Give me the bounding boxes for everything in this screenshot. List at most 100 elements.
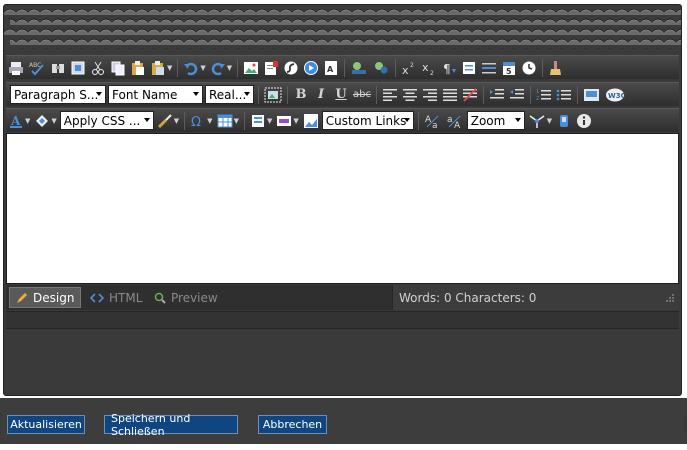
- font-name-select[interactable]: Font Name: [108, 85, 203, 104]
- font-name-value: Font Name: [112, 87, 178, 102]
- select-all-icon[interactable]: [69, 58, 87, 78]
- justify-icon[interactable]: [441, 85, 459, 105]
- custom-links-select[interactable]: Custom Links: [321, 111, 414, 130]
- indent-icon[interactable]: [488, 85, 506, 105]
- paragraph-marks-icon[interactable]: ¶: [440, 58, 458, 78]
- align-center-icon[interactable]: [401, 85, 419, 105]
- toggle-screen-icon[interactable]: [555, 111, 573, 131]
- calendar-icon[interactable]: 5: [500, 58, 518, 78]
- svg-text:x: x: [402, 64, 409, 76]
- pencil-icon: [17, 292, 27, 303]
- toolbar-separator: [417, 111, 419, 130]
- tab-preview[interactable]: Preview: [148, 287, 224, 308]
- chevron-down-icon: ▼: [200, 63, 206, 72]
- bold-button[interactable]: B: [292, 85, 310, 105]
- fore-color-icon[interactable]: A ▼: [7, 111, 31, 131]
- find-icon[interactable]: [49, 58, 67, 78]
- tab-design[interactable]: Design: [9, 287, 82, 308]
- convert-to-lower-icon[interactable]: Aa: [423, 111, 443, 131]
- image-map-icon[interactable]: [263, 85, 283, 105]
- document-manager-icon[interactable]: [262, 58, 280, 78]
- toolbar-separator: [482, 85, 484, 104]
- align-right-icon[interactable]: [421, 85, 439, 105]
- undo-icon[interactable]: ▼: [182, 58, 206, 78]
- toolbar-separator: [576, 85, 578, 104]
- remove-alignment-icon[interactable]: [461, 85, 479, 105]
- toolbar-separator: [529, 85, 531, 104]
- chevron-down-icon: ▼: [233, 116, 239, 125]
- media-manager-icon[interactable]: [302, 58, 320, 78]
- word-count-text: Words: 0 Characters: 0: [399, 290, 537, 305]
- remove-link-icon[interactable]: [371, 58, 391, 78]
- mode-bar: Design HTML Preview Words: 0 Characters:…: [6, 285, 679, 310]
- chevron-down-icon: ▼: [167, 63, 173, 72]
- zoom-select[interactable]: Zoom: [466, 111, 525, 130]
- footer-edge-marker: [684, 413, 686, 435]
- module-bar: [6, 311, 679, 329]
- apply-css-select[interactable]: Apply CSS ...: [59, 111, 154, 130]
- svg-text:a: a: [432, 121, 438, 129]
- print-icon[interactable]: [7, 58, 25, 78]
- convert-to-upper-icon[interactable]: aA: [445, 111, 465, 131]
- hyperlink-manager-icon[interactable]: [349, 58, 369, 78]
- xhtml-validator-icon[interactable]: [582, 85, 602, 105]
- insert-symbol-icon[interactable]: Ω ▼: [189, 111, 213, 131]
- horizontal-rule-icon[interactable]: [480, 58, 498, 78]
- w3c-accessibility-icon[interactable]: W3C: [604, 85, 626, 105]
- underline-button[interactable]: U: [332, 85, 350, 105]
- chevron-down-icon: [514, 118, 521, 122]
- form-element-icon[interactable]: [460, 58, 478, 78]
- subscript-icon[interactable]: x2: [420, 58, 438, 78]
- module-manager-icon[interactable]: ▼: [527, 111, 553, 131]
- svg-text:a: a: [447, 115, 453, 125]
- svg-text:W3C: W3C: [608, 92, 625, 100]
- paste-icon[interactable]: [129, 58, 147, 78]
- format-code-block-icon[interactable]: ▼: [156, 111, 180, 131]
- flash-manager-icon[interactable]: [282, 58, 300, 78]
- outdent-icon[interactable]: [508, 85, 526, 105]
- strikethrough-button[interactable]: abc: [352, 85, 372, 105]
- spellcheck-icon[interactable]: ABC: [27, 58, 47, 78]
- align-left-icon[interactable]: [381, 85, 399, 105]
- toolbar-separator: [243, 111, 245, 130]
- insert-form-element-icon[interactable]: ▼: [275, 111, 299, 131]
- format-stripper-icon[interactable]: [547, 58, 565, 78]
- bulleted-list-icon[interactable]: [555, 85, 573, 105]
- paste-options-icon[interactable]: ▼: [149, 58, 173, 78]
- update-button[interactable]: Aktualisieren: [7, 415, 85, 434]
- toolbar-separator: [177, 58, 179, 77]
- svg-text:1: 1: [536, 89, 539, 95]
- font-size-select[interactable]: Real...: [205, 85, 254, 104]
- chevron-down-icon: ▼: [226, 63, 233, 72]
- clock-icon[interactable]: [520, 58, 538, 78]
- toolbar-separator: [184, 111, 186, 130]
- toolbar-separator: [258, 85, 259, 104]
- numbered-list-icon[interactable]: 12: [535, 85, 553, 105]
- custom-links-value: Custom Links: [325, 113, 407, 128]
- chevron-down-icon: ▼: [25, 116, 31, 125]
- insert-snippet-icon[interactable]: ▼: [249, 111, 273, 131]
- image-manager-icon[interactable]: [242, 58, 260, 78]
- redo-icon[interactable]: ▼: [209, 58, 233, 78]
- tab-preview-label: Preview: [171, 290, 218, 305]
- resize-grip-icon[interactable]: [665, 293, 675, 303]
- cancel-button[interactable]: Abbrechen: [258, 415, 327, 434]
- chevron-down-icon: [244, 92, 250, 96]
- italic-button[interactable]: I: [312, 85, 330, 105]
- save-and-close-button[interactable]: Speichern und Schließen: [104, 412, 238, 438]
- paragraph-style-select[interactable]: Paragraph S...: [10, 85, 106, 104]
- superscript-icon[interactable]: x2: [400, 58, 418, 78]
- about-info-icon[interactable]: [575, 111, 593, 131]
- cut-icon[interactable]: [89, 58, 107, 78]
- template-manager-icon[interactable]: A: [322, 58, 340, 78]
- chevron-down-icon: [143, 118, 150, 122]
- insert-table-icon[interactable]: ▼: [216, 111, 240, 131]
- toolbar-row-2: Paragraph S... Font Name Real... B I U a…: [6, 82, 679, 106]
- copy-icon[interactable]: [109, 58, 127, 78]
- image-properties-icon[interactable]: [302, 111, 320, 131]
- chevron-down-icon: ▼: [51, 116, 57, 125]
- tab-html[interactable]: HTML: [84, 287, 148, 308]
- rich-text-editor: ABC ▼ ▼ ▼ A x2 x2 ¶ 5 Paragraph S... Fon…: [3, 4, 682, 396]
- back-color-icon[interactable]: ▼: [33, 111, 57, 131]
- editor-content-area[interactable]: [6, 133, 679, 284]
